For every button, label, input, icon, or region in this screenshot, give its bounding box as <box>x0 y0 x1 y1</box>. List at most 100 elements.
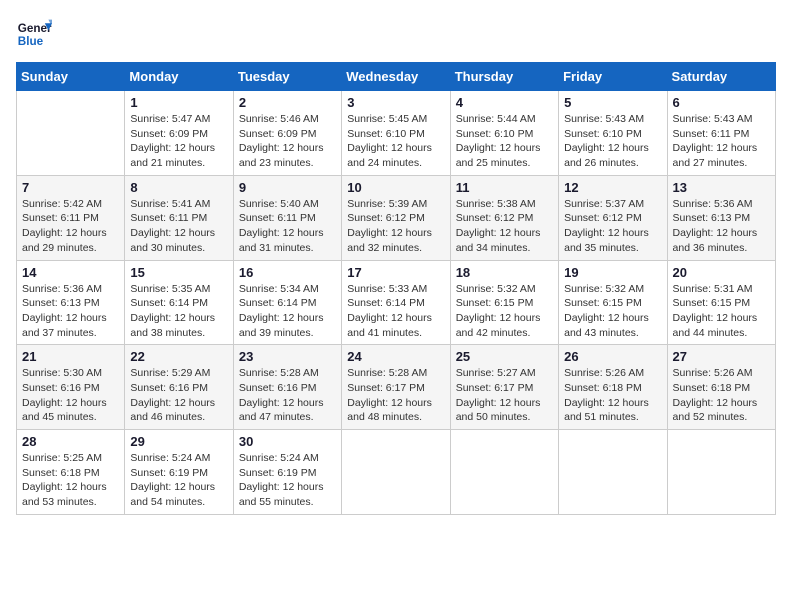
day-number: 27 <box>673 349 770 364</box>
day-info: Sunrise: 5:42 AM Sunset: 6:11 PM Dayligh… <box>22 197 119 256</box>
calendar-cell: 20 Sunrise: 5:31 AM Sunset: 6:15 PM Dayli… <box>667 260 775 345</box>
week-row-0: 1 Sunrise: 5:47 AM Sunset: 6:09 PM Daylig… <box>17 91 776 176</box>
day-number: 24 <box>347 349 444 364</box>
day-info: Sunrise: 5:28 AM Sunset: 6:16 PM Dayligh… <box>239 366 336 425</box>
day-number: 19 <box>564 265 661 280</box>
page-header: General Blue <box>16 16 776 52</box>
calendar-cell: 13 Sunrise: 5:36 AM Sunset: 6:13 PM Dayli… <box>667 175 775 260</box>
calendar-cell: 25 Sunrise: 5:27 AM Sunset: 6:17 PM Dayli… <box>450 345 558 430</box>
day-number: 2 <box>239 95 336 110</box>
day-number: 29 <box>130 434 227 449</box>
day-number: 9 <box>239 180 336 195</box>
day-info: Sunrise: 5:34 AM Sunset: 6:14 PM Dayligh… <box>239 282 336 341</box>
calendar-cell: 16 Sunrise: 5:34 AM Sunset: 6:14 PM Dayli… <box>233 260 341 345</box>
calendar-cell <box>342 430 450 515</box>
day-number: 7 <box>22 180 119 195</box>
calendar-table: SundayMondayTuesdayWednesdayThursdayFrid… <box>16 62 776 515</box>
day-number: 1 <box>130 95 227 110</box>
day-info: Sunrise: 5:45 AM Sunset: 6:10 PM Dayligh… <box>347 112 444 171</box>
day-number: 20 <box>673 265 770 280</box>
calendar-cell <box>17 91 125 176</box>
calendar-cell: 12 Sunrise: 5:37 AM Sunset: 6:12 PM Dayli… <box>559 175 667 260</box>
day-number: 28 <box>22 434 119 449</box>
logo-icon: General Blue <box>16 16 52 52</box>
calendar-cell: 10 Sunrise: 5:39 AM Sunset: 6:12 PM Dayli… <box>342 175 450 260</box>
calendar-cell: 17 Sunrise: 5:33 AM Sunset: 6:14 PM Dayli… <box>342 260 450 345</box>
day-info: Sunrise: 5:43 AM Sunset: 6:10 PM Dayligh… <box>564 112 661 171</box>
day-info: Sunrise: 5:29 AM Sunset: 6:16 PM Dayligh… <box>130 366 227 425</box>
calendar-cell: 9 Sunrise: 5:40 AM Sunset: 6:11 PM Daylig… <box>233 175 341 260</box>
calendar-cell: 3 Sunrise: 5:45 AM Sunset: 6:10 PM Daylig… <box>342 91 450 176</box>
day-number: 12 <box>564 180 661 195</box>
day-info: Sunrise: 5:47 AM Sunset: 6:09 PM Dayligh… <box>130 112 227 171</box>
day-info: Sunrise: 5:27 AM Sunset: 6:17 PM Dayligh… <box>456 366 553 425</box>
logo: General Blue <box>16 16 56 52</box>
day-number: 26 <box>564 349 661 364</box>
day-info: Sunrise: 5:24 AM Sunset: 6:19 PM Dayligh… <box>239 451 336 510</box>
header-friday: Friday <box>559 63 667 91</box>
day-number: 3 <box>347 95 444 110</box>
day-info: Sunrise: 5:36 AM Sunset: 6:13 PM Dayligh… <box>673 197 770 256</box>
calendar-cell: 7 Sunrise: 5:42 AM Sunset: 6:11 PM Daylig… <box>17 175 125 260</box>
day-info: Sunrise: 5:43 AM Sunset: 6:11 PM Dayligh… <box>673 112 770 171</box>
calendar-cell <box>450 430 558 515</box>
day-info: Sunrise: 5:28 AM Sunset: 6:17 PM Dayligh… <box>347 366 444 425</box>
day-info: Sunrise: 5:26 AM Sunset: 6:18 PM Dayligh… <box>673 366 770 425</box>
calendar-cell: 29 Sunrise: 5:24 AM Sunset: 6:19 PM Dayli… <box>125 430 233 515</box>
day-number: 5 <box>564 95 661 110</box>
day-number: 11 <box>456 180 553 195</box>
calendar-cell: 6 Sunrise: 5:43 AM Sunset: 6:11 PM Daylig… <box>667 91 775 176</box>
calendar-cell: 14 Sunrise: 5:36 AM Sunset: 6:13 PM Dayli… <box>17 260 125 345</box>
day-info: Sunrise: 5:35 AM Sunset: 6:14 PM Dayligh… <box>130 282 227 341</box>
calendar-cell: 24 Sunrise: 5:28 AM Sunset: 6:17 PM Dayli… <box>342 345 450 430</box>
calendar-cell: 5 Sunrise: 5:43 AM Sunset: 6:10 PM Daylig… <box>559 91 667 176</box>
day-info: Sunrise: 5:26 AM Sunset: 6:18 PM Dayligh… <box>564 366 661 425</box>
day-number: 25 <box>456 349 553 364</box>
calendar-cell: 15 Sunrise: 5:35 AM Sunset: 6:14 PM Dayli… <box>125 260 233 345</box>
calendar-cell: 1 Sunrise: 5:47 AM Sunset: 6:09 PM Daylig… <box>125 91 233 176</box>
calendar-cell <box>559 430 667 515</box>
day-info: Sunrise: 5:31 AM Sunset: 6:15 PM Dayligh… <box>673 282 770 341</box>
calendar-body: 1 Sunrise: 5:47 AM Sunset: 6:09 PM Daylig… <box>17 91 776 515</box>
day-info: Sunrise: 5:37 AM Sunset: 6:12 PM Dayligh… <box>564 197 661 256</box>
header-monday: Monday <box>125 63 233 91</box>
day-info: Sunrise: 5:40 AM Sunset: 6:11 PM Dayligh… <box>239 197 336 256</box>
day-number: 23 <box>239 349 336 364</box>
week-row-2: 14 Sunrise: 5:36 AM Sunset: 6:13 PM Dayli… <box>17 260 776 345</box>
calendar-cell: 11 Sunrise: 5:38 AM Sunset: 6:12 PM Dayli… <box>450 175 558 260</box>
calendar-cell: 26 Sunrise: 5:26 AM Sunset: 6:18 PM Dayli… <box>559 345 667 430</box>
header-thursday: Thursday <box>450 63 558 91</box>
day-info: Sunrise: 5:38 AM Sunset: 6:12 PM Dayligh… <box>456 197 553 256</box>
day-number: 10 <box>347 180 444 195</box>
calendar-header-row: SundayMondayTuesdayWednesdayThursdayFrid… <box>17 63 776 91</box>
svg-text:Blue: Blue <box>18 35 44 48</box>
day-info: Sunrise: 5:32 AM Sunset: 6:15 PM Dayligh… <box>564 282 661 341</box>
calendar-cell: 4Sunrise: 5:44 AM Sunset: 6:10 PM Daylig… <box>450 91 558 176</box>
day-number: 6 <box>673 95 770 110</box>
calendar-cell: 30Sunrise: 5:24 AM Sunset: 6:19 PM Dayli… <box>233 430 341 515</box>
day-number: 4 <box>456 95 553 110</box>
day-info: Sunrise: 5:36 AM Sunset: 6:13 PM Dayligh… <box>22 282 119 341</box>
day-info: Sunrise: 5:24 AM Sunset: 6:19 PM Dayligh… <box>130 451 227 510</box>
day-number: 14 <box>22 265 119 280</box>
calendar-cell: 23 Sunrise: 5:28 AM Sunset: 6:16 PM Dayli… <box>233 345 341 430</box>
day-number: 13 <box>673 180 770 195</box>
calendar-cell: 8Sunrise: 5:41 AM Sunset: 6:11 PM Daylig… <box>125 175 233 260</box>
calendar-cell: 27 Sunrise: 5:26 AM Sunset: 6:18 PM Dayli… <box>667 345 775 430</box>
day-info: Sunrise: 5:30 AM Sunset: 6:16 PM Dayligh… <box>22 366 119 425</box>
calendar-cell: 18 Sunrise: 5:32 AM Sunset: 6:15 PM Dayli… <box>450 260 558 345</box>
week-row-4: 28Sunrise: 5:25 AM Sunset: 6:18 PM Dayli… <box>17 430 776 515</box>
calendar-cell: 21Sunrise: 5:30 AM Sunset: 6:16 PM Dayli… <box>17 345 125 430</box>
header-saturday: Saturday <box>667 63 775 91</box>
day-number: 15 <box>130 265 227 280</box>
day-number: 8 <box>130 180 227 195</box>
day-info: Sunrise: 5:32 AM Sunset: 6:15 PM Dayligh… <box>456 282 553 341</box>
header-wednesday: Wednesday <box>342 63 450 91</box>
week-row-3: 21Sunrise: 5:30 AM Sunset: 6:16 PM Dayli… <box>17 345 776 430</box>
day-info: Sunrise: 5:39 AM Sunset: 6:12 PM Dayligh… <box>347 197 444 256</box>
calendar-cell: 19 Sunrise: 5:32 AM Sunset: 6:15 PM Dayli… <box>559 260 667 345</box>
day-number: 18 <box>456 265 553 280</box>
day-info: Sunrise: 5:33 AM Sunset: 6:14 PM Dayligh… <box>347 282 444 341</box>
day-number: 16 <box>239 265 336 280</box>
day-number: 17 <box>347 265 444 280</box>
